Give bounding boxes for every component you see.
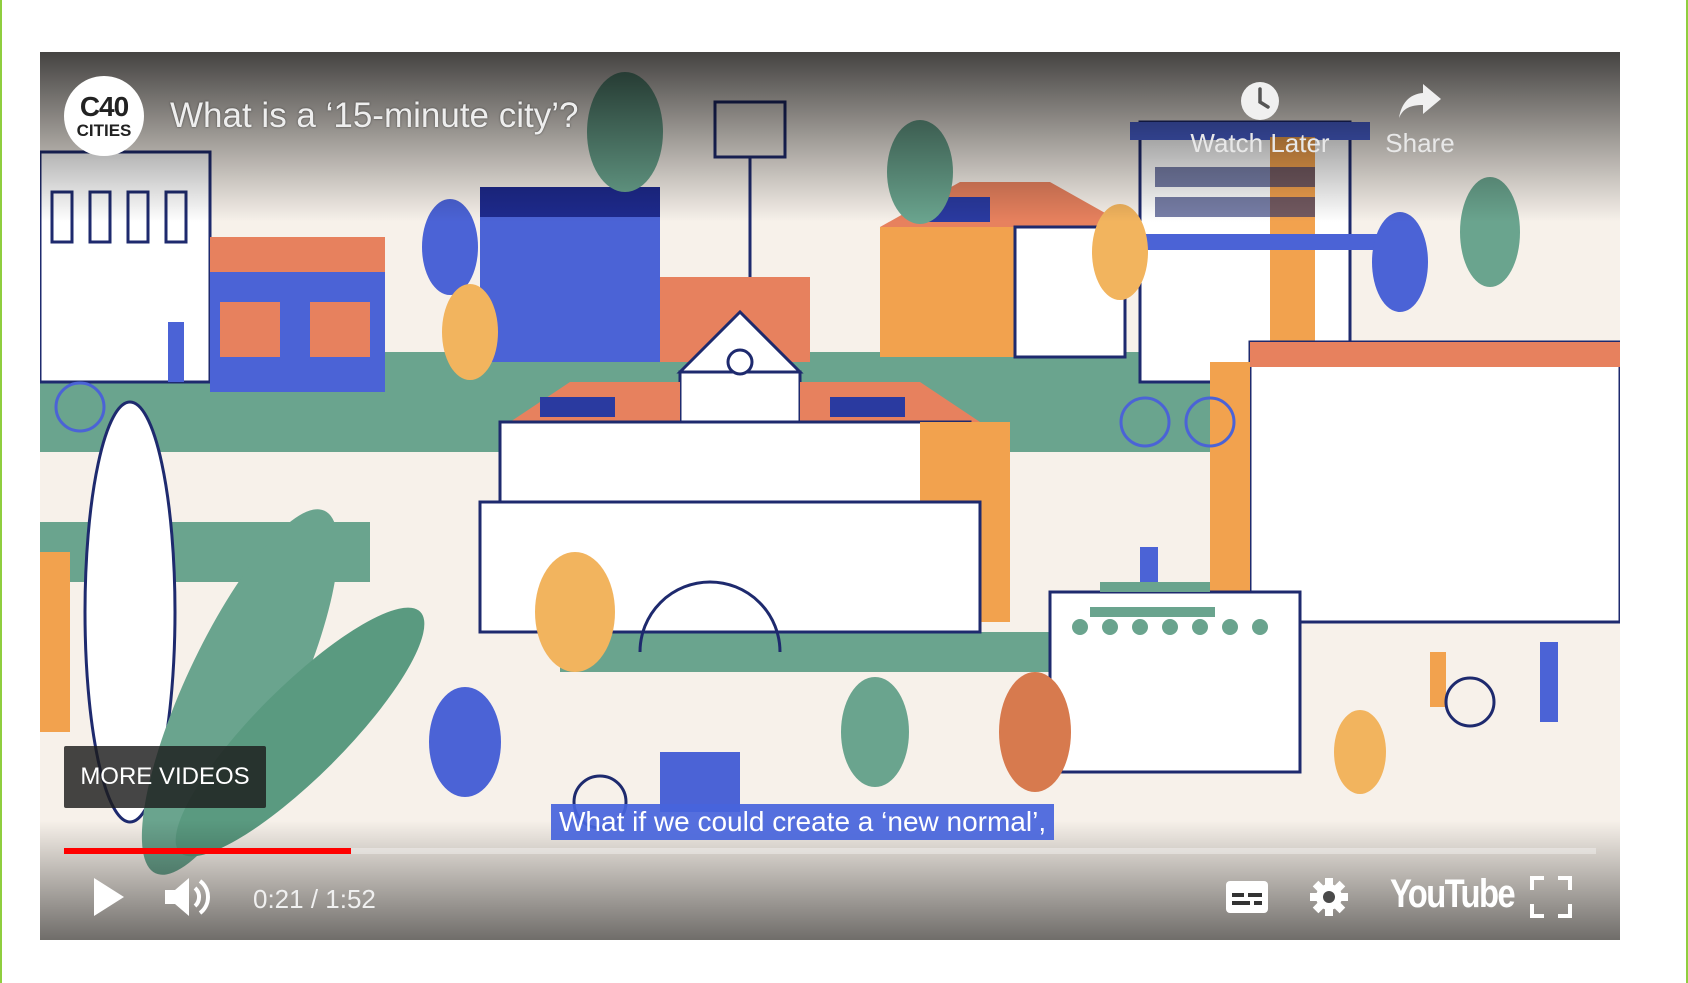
play-icon[interactable] xyxy=(88,874,128,920)
video-title-link[interactable]: What is a ‘15-minute city’? xyxy=(170,96,578,136)
watch-later-button[interactable]: Watch Later xyxy=(1190,80,1330,159)
share-arrow-icon xyxy=(1399,84,1441,118)
fullscreen-icon[interactable] xyxy=(1530,876,1572,918)
volume-icon[interactable] xyxy=(163,874,213,920)
gear-icon[interactable] xyxy=(1308,876,1350,918)
player-controls-bar: 0:21 / 1:52 YouTube xyxy=(40,864,1620,940)
share-label: Share xyxy=(1385,128,1455,158)
watch-later-label: Watch Later xyxy=(1190,128,1330,158)
progress-bar[interactable] xyxy=(64,848,1596,854)
more-videos-button[interactable]: MORE VIDEOS xyxy=(64,746,266,808)
share-button[interactable]: Share xyxy=(1350,80,1490,159)
channel-logo-text-line1: C40 xyxy=(79,91,129,122)
page-border-left xyxy=(0,0,2,983)
captions-icon[interactable] xyxy=(1225,880,1269,914)
progress-bar-played xyxy=(64,848,352,854)
channel-avatar[interactable]: C40 CITIES xyxy=(64,76,144,156)
video-player[interactable]: C40 CITIES What is a ‘15-minute city’? W… xyxy=(40,52,1620,940)
clock-icon xyxy=(1241,82,1279,120)
youtube-logo-link[interactable]: YouTube xyxy=(1390,872,1516,917)
channel-logo-text-line2: CITIES xyxy=(76,121,132,140)
subtitle-caption: What if we could create a ‘new normal’, xyxy=(551,804,1055,840)
time-display: 0:21 / 1:52 xyxy=(253,884,376,914)
